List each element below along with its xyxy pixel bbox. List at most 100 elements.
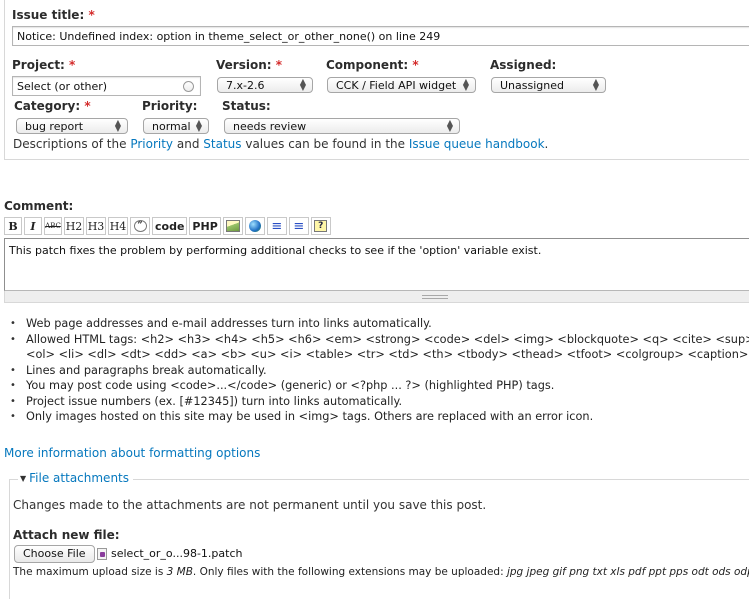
assigned-value: Unassigned — [500, 79, 564, 92]
project-input[interactable]: Select (or other) — [12, 76, 201, 96]
grip-lines-icon — [422, 295, 448, 299]
project-label: Project: * — [12, 58, 75, 72]
h2-button[interactable]: H2 — [64, 217, 84, 235]
attachments-notice: Changes made to the attachments are not … — [13, 498, 487, 512]
more-formatting-info-link[interactable]: More information about formatting option… — [4, 446, 260, 460]
h3-icon: H3 — [87, 219, 105, 233]
project-value: Select (or other) — [17, 80, 108, 93]
required-mark: * — [69, 58, 76, 72]
editor-toolbar: B I ABC H2 H3 H4 ” code PHP ≡ ≡ ? — [4, 217, 331, 235]
version-value: 7.x-2.6 — [226, 79, 265, 92]
file-attachments-fieldset — [9, 479, 749, 599]
comment-textarea[interactable]: This patch fixes the problem by performi… — [4, 238, 749, 291]
insert-image-button[interactable] — [222, 217, 243, 235]
italic-button[interactable]: I — [24, 217, 42, 235]
select-arrows-icon: ▲ ▼ — [592, 77, 599, 92]
selected-file-name: select_or_o...98-1.patch — [111, 547, 243, 560]
tip-item: Project issue numbers (ex. [#12345]) tur… — [10, 394, 749, 410]
comment-label: Comment: — [4, 199, 74, 213]
unordered-list-button[interactable]: ≡ — [288, 217, 309, 235]
issue-title-input[interactable]: Notice: Undefined index: option in theme… — [12, 26, 749, 46]
status-select[interactable]: needs review ▲ ▼ — [224, 118, 460, 134]
tip-item: Web page addresses and e-mail addresses … — [10, 316, 749, 332]
h4-button[interactable]: H4 — [108, 217, 128, 235]
image-icon — [225, 220, 240, 232]
version-select[interactable]: 7.x-2.6 ▲ ▼ — [217, 77, 313, 93]
component-select[interactable]: CCK / Field API widget ▲ ▼ — [327, 77, 476, 93]
h2-icon: H2 — [65, 219, 83, 233]
category-label-text: Category: — [14, 99, 81, 113]
issue-queue-handbook-link[interactable]: Issue queue handbook — [409, 137, 545, 151]
descriptions-suffix: . — [544, 137, 549, 151]
formatting-tips-list: Web page addresses and e-mail addresses … — [0, 316, 749, 425]
select-arrows-icon: ▲ ▼ — [462, 77, 469, 92]
bold-button[interactable]: B — [4, 217, 22, 235]
priority-label: Priority: — [142, 99, 198, 113]
descriptions-prefix: Descriptions of the — [13, 137, 127, 151]
help-icon: ? — [314, 220, 328, 232]
component-label-text: Component: — [326, 58, 409, 72]
attach-new-file-label: Attach new file: — [13, 528, 120, 542]
tip-item: Only images hosted on this site may be u… — [10, 409, 749, 425]
priority-select[interactable]: normal ▲ ▼ — [143, 118, 209, 134]
descriptions-and: and — [176, 137, 200, 151]
collapse-triangle-icon: ▼ — [20, 473, 27, 483]
allowed-extensions: jpg jpeg gif png txt xls pdf ppt pps odt… — [506, 566, 749, 578]
blockquote-button[interactable]: ” — [130, 217, 150, 235]
tip-item: Lines and paragraphs break automatically… — [10, 363, 749, 379]
bold-icon: B — [8, 219, 18, 233]
strikethrough-button[interactable]: ABC — [44, 217, 62, 235]
quote-bubble-icon: ” — [133, 220, 147, 232]
globe-link-icon — [248, 220, 261, 232]
issue-title-label-text: Issue title: — [12, 8, 85, 22]
status-value: needs review — [233, 120, 307, 133]
required-mark: * — [275, 58, 282, 72]
unordered-list-icon: ≡ — [293, 218, 305, 234]
required-mark: * — [88, 8, 95, 22]
patch-file-icon — [97, 548, 107, 560]
autocomplete-throbber-icon — [183, 81, 194, 92]
required-mark: * — [84, 99, 91, 113]
select-arrows-icon: ▲ ▼ — [299, 77, 306, 92]
help-button[interactable]: ? — [310, 217, 331, 235]
descriptions-middle: values can be found in the — [245, 137, 406, 151]
italic-icon: I — [30, 219, 36, 233]
tip-item: You may post code using <code>...</code>… — [10, 378, 749, 394]
descriptions-help-text: Descriptions of the Priority and Status … — [13, 137, 548, 151]
assigned-label: Assigned: — [490, 58, 557, 72]
project-label-text: Project: — [12, 58, 65, 72]
php-button[interactable]: PHP — [189, 217, 221, 235]
priority-value: normal — [152, 120, 191, 133]
code-icon: code — [155, 219, 185, 233]
version-label-text: Version: — [216, 58, 272, 72]
file-attachments-legend: File attachments — [29, 471, 130, 485]
h4-icon: H4 — [109, 219, 127, 233]
tip-item: Allowed HTML tags: <h2> <h3> <h4> <h5> <… — [10, 332, 749, 348]
select-arrows-icon: ▲ ▼ — [446, 118, 453, 133]
textarea-resize-handle[interactable] — [4, 291, 749, 303]
limits-middle: . Only files with the following extensio… — [192, 566, 504, 578]
component-label: Component: * — [326, 58, 419, 72]
code-button[interactable]: code — [152, 217, 188, 235]
assigned-select[interactable]: Unassigned ▲ ▼ — [491, 77, 606, 93]
select-arrows-icon: ▲ ▼ — [195, 118, 202, 133]
select-arrows-icon: ▲ ▼ — [114, 118, 121, 133]
h3-button[interactable]: H3 — [86, 217, 106, 235]
status-label: Status: — [222, 99, 271, 113]
priority-link[interactable]: Priority — [130, 137, 173, 151]
upload-limits-text: The maximum upload size is 3 MB. Only fi… — [13, 566, 749, 578]
choose-file-button[interactable]: Choose File — [14, 545, 95, 563]
category-select[interactable]: bug report ▲ ▼ — [16, 118, 128, 134]
component-value: CCK / Field API widget — [336, 79, 457, 92]
tip-item-continued: <ol> <li> <dl> <dt> <dd> <a> <b> <u> <i>… — [26, 348, 749, 361]
php-icon: PHP — [192, 219, 218, 233]
limits-prefix: The maximum upload size is — [13, 566, 164, 578]
ordered-list-icon: ≡ — [271, 218, 283, 234]
insert-link-button[interactable] — [244, 217, 265, 235]
file-attachments-toggle[interactable]: ▼ File attachments — [18, 471, 134, 485]
version-label: Version: * — [216, 58, 282, 72]
category-value: bug report — [25, 120, 84, 133]
status-link[interactable]: Status — [203, 137, 241, 151]
strikethrough-icon: ABC — [45, 222, 61, 230]
ordered-list-button[interactable]: ≡ — [266, 217, 287, 235]
